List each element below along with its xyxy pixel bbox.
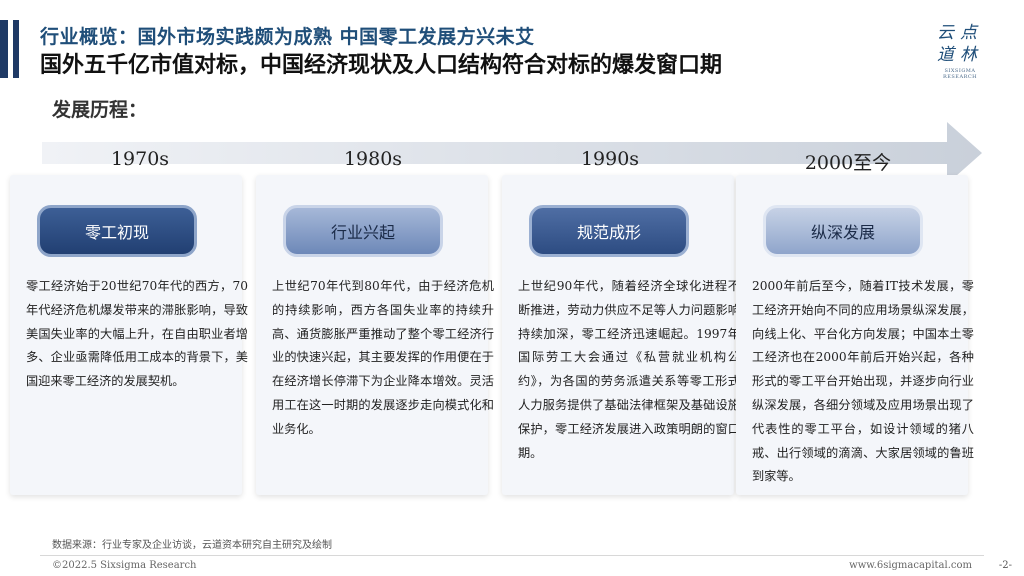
timeline-column-3: 规范成形 上世纪90年代，随着经济全球化进程不断推进，劳动力供应不足等人力问题影… <box>502 175 740 495</box>
stage-pill-1: 零工初现 <box>37 205 197 257</box>
footer-divider <box>40 555 984 556</box>
timeline-column-2: 行业兴起 上世纪70年代到80年代，由于经济危机的持续影响，西方各国失业率的持续… <box>256 175 494 495</box>
stage-pill-2: 行业兴起 <box>283 205 443 257</box>
stage-pill-4: 纵深发展 <box>763 205 923 257</box>
era-label-1970s: 1970s <box>110 148 170 170</box>
timeline-column-4: 纵深发展 2000年前后至今，随着IT技术发展，零工经济开始向不同的应用场景纵深… <box>736 175 974 495</box>
accent-bar <box>0 20 8 78</box>
era-label-1990s: 1990s <box>580 148 640 170</box>
timeline-column-1: 零工初现 零工经济始于20世纪70年代的西方，70年代经济危机爆发带来的滞胀影响… <box>10 175 248 495</box>
stage-description-2: 上世纪70年代到80年代，由于经济危机的持续影响，西方各国失业率的持续升高、通货… <box>272 279 494 436</box>
logo-line-2: 道林 <box>937 45 983 65</box>
era-label-2000: 2000至今 <box>804 152 892 174</box>
page-title: 国外五千亿市值对标，中国经济现状及人口结构符合对标的爆发窗口期 <box>40 53 723 78</box>
stage-description-4: 2000年前后至今，随着IT技术发展，零工经济开始向不同的应用场景纵深发展，向线… <box>752 279 974 484</box>
page-subtitle: 行业概览：国外市场实践颇为成熟 中国零工发展方兴未艾 <box>40 26 535 48</box>
company-logo: 云点 道林 SIXSIGMA RESEARCH <box>930 22 990 80</box>
stage-description-1: 零工经济始于20世纪70年代的西方，70年代经济危机爆发带来的滞胀影响，导致美国… <box>26 279 248 389</box>
era-label-1980s: 1980s <box>343 148 403 170</box>
page-number: -2- <box>998 560 1012 571</box>
logo-caption: SIXSIGMA RESEARCH <box>942 68 978 80</box>
stage-description-3: 上世纪90年代，随着经济全球化进程不断推进，劳动力供应不足等人力问题影响持续加深… <box>518 279 740 460</box>
copyright: ©2022.5 Sixsigma Research <box>52 560 197 571</box>
accent-bar-secondary <box>13 20 19 78</box>
logo-line-1: 云点 <box>937 23 983 43</box>
website-link[interactable]: www.6sigmacapital.com <box>849 560 972 571</box>
data-source-note: 数据来源：行业专家及企业访谈，云道资本研究自主研究及绘制 <box>52 540 332 551</box>
stage-pill-3: 规范成形 <box>529 205 689 257</box>
section-label: 发展历程： <box>52 99 148 121</box>
